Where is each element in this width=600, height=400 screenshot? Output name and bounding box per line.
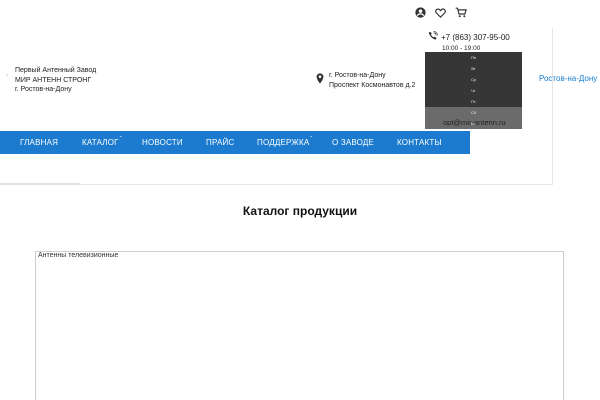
main-nav: ГЛАВНАЯ КАТАЛОГ ˇ НОВОСТИ ПРАЙС ПОДДЕРЖКА ˇ О З… [0, 131, 470, 154]
phone-number[interactable]: +7 (863) 307-95-00 [441, 33, 510, 42]
email-link[interactable]: opt@mir-antenn.ru [443, 118, 506, 127]
address-block: г. Ростов-на-Дону Проспект Космонавтов д… [316, 71, 415, 91]
schedule-day: Сб [425, 107, 522, 118]
nav-item[interactable]: ПРАЙС [206, 131, 234, 154]
nav-item-label: НОВОСТИ [142, 138, 183, 147]
schedule-day: Пн [425, 52, 522, 63]
nav-item[interactable]: КАТАЛОГ ˇ [82, 131, 122, 154]
address-city: г. Ростов-на-Дону [329, 72, 386, 79]
company-info: Первый Антенный Завод МИР АНТЕНН СТРОНГ … [15, 66, 96, 95]
header-user-actions [415, 7, 467, 18]
cart-icon[interactable] [455, 7, 467, 18]
company-city: г. Ростов-на-Дону [15, 86, 72, 93]
schedule-day: Чт [425, 85, 522, 96]
catalog-category-tv-antennas[interactable]: Антенны телевизионные [38, 252, 118, 259]
schedule-day: Пт [425, 96, 522, 107]
map-pin-icon [316, 71, 324, 91]
nav-item-label: КАТАЛОГ [82, 138, 119, 147]
chevron-left-icon: ‹ [6, 73, 8, 79]
nav-item[interactable]: О ЗАВОДЕ [332, 131, 374, 154]
phone-icon [428, 31, 438, 43]
nav-item-label: ПОДДЕРЖКА [257, 138, 310, 147]
user-circle-icon[interactable] [415, 7, 426, 18]
chevron-down-icon: ˇ [119, 137, 122, 143]
page-title: Каталог продукции [242, 204, 358, 218]
heart-icon[interactable] [435, 7, 446, 18]
working-hours: 10:00 - 19:00 [442, 45, 481, 52]
company-name: МИР АНТЕНН СТРОНГ [15, 76, 92, 84]
phone-block: +7 (863) 307-95-00 10:00 - 19:00 [428, 31, 510, 52]
company-line-1: Первый Антенный Завод [15, 67, 97, 74]
header-divider [0, 183, 80, 185]
city-selector[interactable]: Ростов-на-Дону [539, 74, 597, 83]
catalog-panel: Антенны телевизионные [35, 251, 564, 400]
nav-item-label: О ЗАВОДЕ [332, 138, 375, 147]
nav-item[interactable]: ПОДДЕРЖКА ˇ [257, 131, 313, 154]
nav-item-label: КОНТАКТЫ [397, 138, 442, 147]
chevron-down-icon: ˇ [310, 137, 313, 143]
schedule-day: Ср [425, 74, 522, 85]
nav-item[interactable]: ГЛАВНАЯ [20, 131, 58, 154]
nav-item[interactable]: КОНТАКТЫ [397, 131, 442, 154]
nav-item-label: ГЛАВНАЯ [20, 138, 59, 147]
nav-item-label: ПРАЙС [206, 138, 235, 147]
address-street: Проспект Космонавтов д.2 [329, 82, 416, 89]
schedule-day: Вт [425, 63, 522, 74]
nav-item[interactable]: НОВОСТИ [142, 131, 183, 154]
